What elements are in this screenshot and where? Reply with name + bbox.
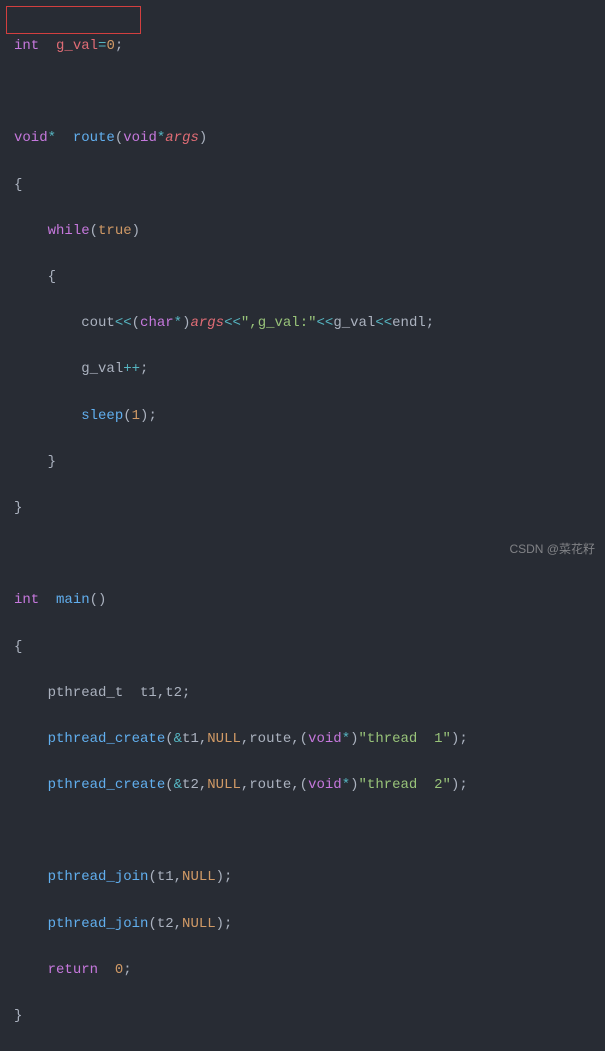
code-line [14, 81, 605, 104]
code-block: int g_val=0; void* route(void*args) { wh… [0, 0, 605, 1051]
code-line: cout<<(char*)args<<",g_val:"<<g_val<<end… [14, 312, 605, 335]
code-line: } [14, 1005, 605, 1028]
watermark: CSDN @菜花籽 [509, 540, 595, 560]
code-line: pthread_create(&t2,NULL,route,(void*)"th… [14, 774, 605, 797]
code-line: g_val++; [14, 358, 605, 381]
code-line: void* route(void*args) [14, 127, 605, 150]
code-line: { [14, 266, 605, 289]
code-line: sleep(1); [14, 405, 605, 428]
code-line: pthread_t t1,t2; [14, 682, 605, 705]
code-line: { [14, 636, 605, 659]
code-line: pthread_join(t1,NULL); [14, 866, 605, 889]
code-line: int g_val=0; [14, 35, 605, 58]
code-line: { [14, 174, 605, 197]
code-line: pthread_join(t2,NULL); [14, 913, 605, 936]
code-line: while(true) [14, 220, 605, 243]
code-line [14, 820, 605, 843]
code-line: int main() [14, 589, 605, 612]
code-line: return 0; [14, 959, 605, 982]
code-line: pthread_create(&t1,NULL,route,(void*)"th… [14, 728, 605, 751]
code-line: } [14, 451, 605, 474]
code-line: } [14, 497, 605, 520]
